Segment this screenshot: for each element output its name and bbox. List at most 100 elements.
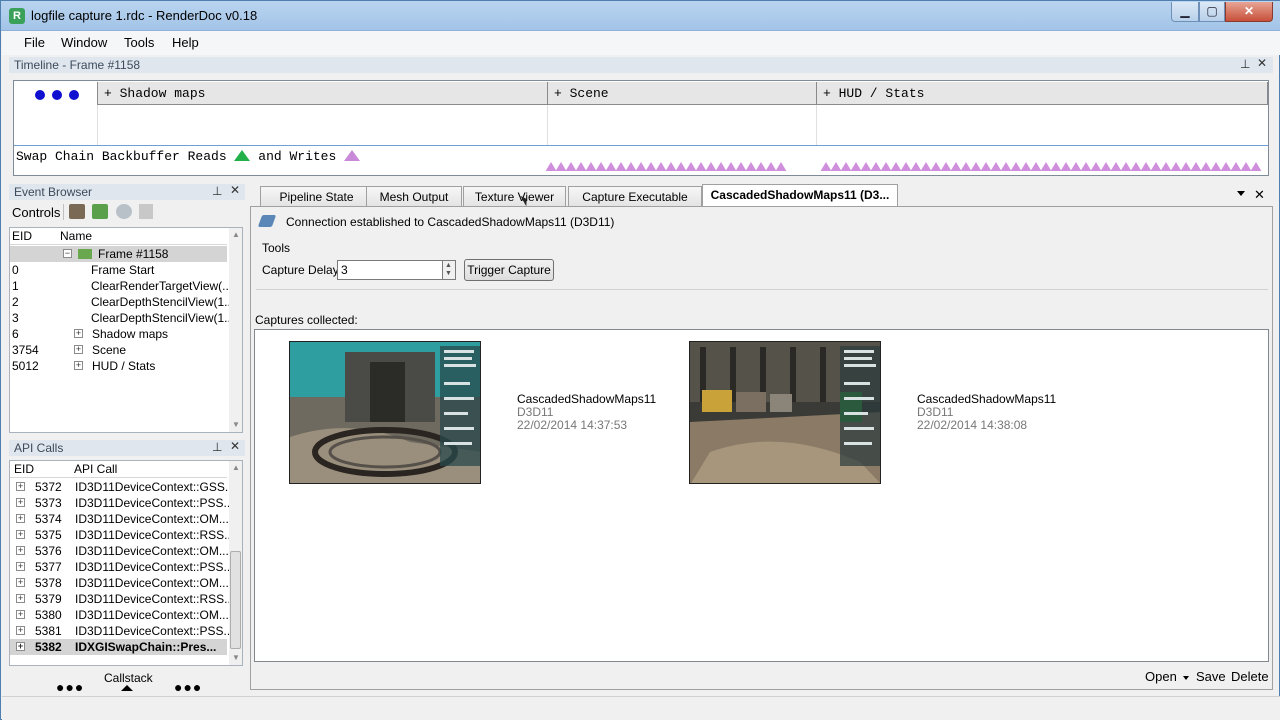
expand-icon[interactable]: +	[74, 329, 83, 338]
column-eid[interactable]: EID	[12, 229, 32, 243]
expand-icon[interactable]: +	[16, 626, 25, 635]
captures-list[interactable]: CascadedShadowMaps11 D3D11 22/02/2014 14…	[254, 329, 1269, 662]
column-name[interactable]: Name	[60, 229, 92, 243]
expand-icon[interactable]: +	[16, 642, 25, 651]
event-row[interactable]: 5012 + HUD / Stats	[10, 358, 227, 374]
api-call-row[interactable]: +5374 ID3D11DeviceContext::OM...	[10, 511, 229, 527]
find-icon[interactable]	[69, 204, 85, 219]
capture-delay-input[interactable]	[337, 260, 443, 280]
scroll-up-icon[interactable]: ▲	[232, 463, 240, 472]
spin-up-icon[interactable]: ▲	[445, 262, 452, 269]
api-call-row[interactable]: +5380 ID3D11DeviceContext::OM...	[10, 607, 229, 623]
minimize-button[interactable]: ▁	[1171, 2, 1199, 22]
trigger-capture-button[interactable]: Trigger Capture	[464, 259, 554, 281]
event-row[interactable]: 1 ClearRenderTargetView(...	[10, 278, 232, 294]
api-call-row[interactable]: +5372 ID3D11DeviceContext::GSS...	[10, 479, 235, 495]
bookmark-icon[interactable]	[92, 204, 108, 219]
tab-capture-executable[interactable]: Capture Executable	[568, 186, 702, 206]
api-call-row[interactable]: +5381 ID3D11DeviceContext::PSS...	[10, 623, 234, 639]
menu-bar: File Window Tools Help	[2, 31, 1280, 55]
api-call-row[interactable]: +5377 ID3D11DeviceContext::PSS...	[10, 559, 234, 575]
close-tab-icon[interactable]: ✕	[1254, 187, 1265, 203]
api-call-eid: 5381	[35, 624, 62, 638]
expand-icon[interactable]: +	[16, 482, 25, 491]
event-row[interactable]: 2 ClearDepthStencilView(1....	[10, 294, 238, 310]
close-panel-icon[interactable]: ✕	[1257, 56, 1267, 70]
tab-texture-viewer[interactable]: Texture Viewer	[463, 186, 566, 206]
tools-group-label: Tools	[262, 241, 291, 255]
menu-tools[interactable]: Tools	[124, 35, 154, 50]
timeline-section-hud-stats[interactable]: + HUD / Stats	[816, 82, 1268, 105]
expand-icon[interactable]: +	[74, 345, 83, 354]
api-call-row[interactable]: +5375 ID3D11DeviceContext::RSS...	[10, 527, 234, 543]
close-panel-icon[interactable]: ✕	[230, 439, 240, 453]
timer-icon[interactable]	[116, 204, 132, 219]
timeline-section-shadow-maps[interactable]: + Shadow maps	[97, 82, 548, 105]
api-list-scrollbar[interactable]: ▲ ▼	[229, 461, 242, 665]
collapse-icon[interactable]: −	[63, 249, 72, 258]
maximize-button[interactable]: ▢	[1199, 2, 1225, 22]
delete-button[interactable]: Delete	[1231, 669, 1269, 684]
api-call-eid: 5372	[35, 480, 62, 494]
open-dropdown-icon[interactable]	[1183, 676, 1189, 680]
pin-icon[interactable]: ⊥	[212, 440, 222, 454]
capture-thumbnail[interactable]	[689, 341, 881, 484]
expand-icon[interactable]: +	[16, 562, 25, 571]
capture-thumbnail-image-2	[690, 342, 880, 483]
more-right-icon[interactable]: ●●●	[174, 679, 202, 695]
tab-pipeline-state[interactable]: Pipeline State	[260, 186, 373, 206]
menu-file[interactable]: File	[24, 35, 45, 50]
event-row[interactable]: 6 + Shadow maps	[10, 326, 227, 342]
event-list-scrollbar[interactable]: ▲ ▼	[229, 228, 242, 432]
event-row[interactable]: 0 Frame Start	[10, 262, 227, 278]
event-row-frame[interactable]: − Frame #1158	[10, 246, 227, 262]
expand-icon[interactable]: +	[16, 610, 25, 619]
timeline-root-marker[interactable]	[15, 82, 97, 105]
scroll-down-icon[interactable]: ▼	[232, 653, 240, 662]
expand-icon[interactable]: +	[16, 546, 25, 555]
expand-icon[interactable]: +	[16, 530, 25, 539]
timeline-view[interactable]: + Shadow maps + Scene + HUD / Stats Swap…	[13, 80, 1269, 176]
api-call-row[interactable]: +5379 ID3D11DeviceContext::RSS...	[10, 591, 234, 607]
capture-delay-spinner[interactable]: ▲ ▼	[442, 260, 456, 280]
api-call-row[interactable]: +5382 IDXGISwapChain::Pres...	[10, 639, 227, 655]
event-row[interactable]: 3 ClearDepthStencilView(1....	[10, 310, 238, 326]
pin-icon[interactable]: ⊥	[1240, 57, 1250, 71]
columns-icon[interactable]	[139, 204, 153, 219]
expand-icon[interactable]: +	[16, 578, 25, 587]
capture-timestamp: 22/02/2014 14:38:08	[917, 418, 1028, 432]
callstack-tab[interactable]: Callstack	[104, 671, 153, 685]
close-button[interactable]: ✕	[1225, 2, 1273, 22]
spin-down-icon[interactable]: ▼	[445, 270, 452, 277]
column-eid[interactable]: EID	[14, 462, 34, 476]
event-list[interactable]: EID Name − Frame #1158 0 Frame Start 1 C…	[9, 227, 243, 433]
expand-icon[interactable]: +	[16, 498, 25, 507]
expand-icon[interactable]: +	[16, 594, 25, 603]
scroll-up-icon[interactable]: ▲	[232, 230, 240, 239]
tab-remote-connection[interactable]: CascadedShadowMaps11 (D3...	[702, 184, 898, 207]
event-eid: 3754	[12, 343, 39, 357]
timeline-section-scene[interactable]: + Scene	[547, 82, 817, 105]
menu-window[interactable]: Window	[61, 35, 107, 50]
expand-icon[interactable]: +	[74, 361, 83, 370]
pin-icon[interactable]: ⊥	[212, 184, 222, 198]
api-call-row[interactable]: +5376 ID3D11DeviceContext::OM...	[10, 543, 229, 559]
capture-thumbnail[interactable]	[289, 341, 481, 484]
open-button[interactable]: Open	[1145, 669, 1177, 684]
tab-list-dropdown-icon[interactable]	[1237, 191, 1245, 196]
save-button[interactable]: Save	[1196, 669, 1226, 684]
close-panel-icon[interactable]: ✕	[230, 183, 240, 197]
api-call-eid: 5378	[35, 576, 62, 590]
api-call-row[interactable]: +5378 ID3D11DeviceContext::OM...	[10, 575, 229, 591]
api-call-list[interactable]: EID API Call +5372 ID3D11DeviceContext::G…	[9, 460, 243, 666]
scroll-thumb[interactable]	[230, 551, 241, 649]
event-row[interactable]: 3754 + Scene	[10, 342, 227, 358]
menu-help[interactable]: Help	[172, 35, 199, 50]
api-call-row[interactable]: +5373 ID3D11DeviceContext::PSS...	[10, 495, 234, 511]
column-api-call[interactable]: API Call	[74, 462, 117, 476]
tab-mesh-output[interactable]: Mesh Output	[366, 186, 462, 206]
more-left-icon[interactable]: ●●●	[56, 679, 84, 695]
connection-icon	[257, 215, 277, 227]
expand-icon[interactable]: +	[16, 514, 25, 523]
scroll-down-icon[interactable]: ▼	[232, 420, 240, 429]
